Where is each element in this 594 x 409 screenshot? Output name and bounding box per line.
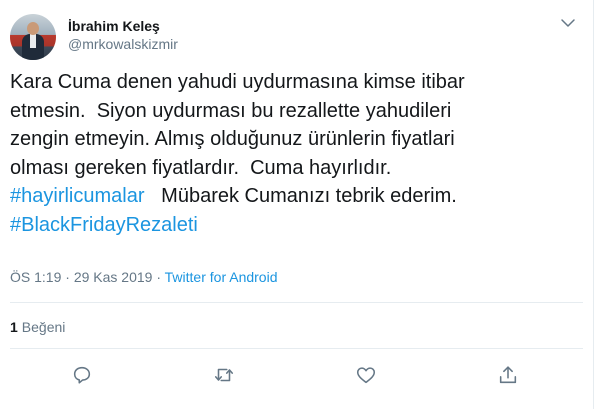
tweet-date[interactable]: 29 Kas 2019 [74, 269, 153, 285]
tweet-line-5-rest: Mübarek Cumanızı tebrik ederim. [144, 185, 457, 208]
like-button[interactable] [355, 364, 379, 388]
divider-top [10, 302, 583, 303]
tweet-time[interactable]: ÖS 1:19 [10, 269, 61, 285]
meta-separator: · [61, 269, 74, 285]
tweet-actions [0, 356, 594, 396]
tweet-line-1: Kara Cuma denen yahudi uydurmasına kimse… [10, 71, 465, 93]
meta-separator-2: · [152, 269, 165, 285]
tweet-meta: ÖS 1:19 · 29 Kas 2019 · Twitter for Andr… [10, 268, 277, 286]
hashtag-hayirlicumalar[interactable]: #hayirlicumalar [10, 185, 145, 207]
tweet-line-3: zengin etmeyin. Almış olduğunuz ürünleri… [10, 128, 455, 151]
avatar[interactable] [10, 14, 56, 60]
tweet-source-link[interactable]: Twitter for Android [165, 269, 278, 285]
divider-bottom [10, 348, 583, 349]
reply-icon [71, 366, 93, 390]
tweet-line-2: etmesin. Siyon uydurması bu rezallette y… [10, 99, 452, 122]
share-button[interactable] [497, 364, 521, 388]
hashtag-blackfridayrezaleti[interactable]: #BlackFridayRezaleti [10, 214, 198, 236]
likes-stat[interactable]: 1 Beğeni [10, 318, 65, 336]
tweet-header: İbrahim Keleş @mrkowalskizmir [10, 14, 583, 60]
like-label: Beğeni [21, 319, 66, 335]
like-count: 1 [10, 319, 18, 335]
tweet-line-4: olması gereken fiyatlardır. Cuma hayırlı… [10, 156, 392, 179]
tweet-card: İbrahim Keleş @mrkowalskizmir Kara Cuma … [0, 0, 594, 409]
author-display-name[interactable]: İbrahim Keleş [68, 17, 178, 35]
heart-icon [355, 367, 377, 390]
retweet-button[interactable] [213, 364, 237, 388]
chevron-down-icon[interactable] [559, 14, 577, 32]
author-handle[interactable]: @mrkowalskizmir [68, 35, 178, 54]
reply-button[interactable] [71, 364, 95, 388]
avatar-figure-shirt [30, 34, 36, 48]
tweet-text: Kara Cuma denen yahudi uydurmasına kimse… [10, 68, 580, 240]
retweet-icon [213, 368, 235, 390]
share-icon [497, 366, 519, 390]
avatar-figure-head [27, 22, 39, 35]
author-names: İbrahim Keleş @mrkowalskizmir [68, 17, 178, 54]
